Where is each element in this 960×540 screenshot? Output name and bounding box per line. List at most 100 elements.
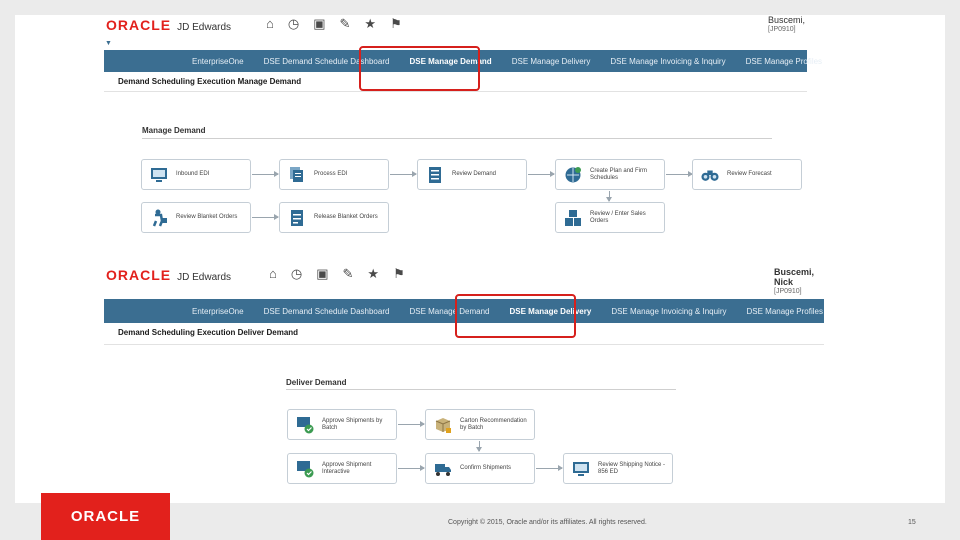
flow-arrow-down	[606, 191, 612, 202]
tab-manage-invoicing[interactable]: DSE Manage Invoicing & Inquiry	[600, 57, 735, 66]
oracle-wordmark: ORACLE	[106, 267, 172, 283]
flow-arrow	[252, 214, 279, 220]
tile-label: Approve Shipment Interactive	[322, 461, 372, 475]
flow-arrow	[666, 171, 693, 177]
favorites-icon[interactable]: ★	[364, 17, 376, 31]
flow-arrow	[536, 465, 563, 471]
tile-inbound-edi[interactable]: Inbound EDI	[141, 159, 251, 190]
tile-label: Inbound EDI	[176, 171, 210, 177]
binoculars-icon	[701, 166, 719, 184]
flow-arrow	[398, 421, 425, 427]
highlight-manage-delivery	[455, 294, 576, 338]
flag-icon[interactable]: ⚑	[390, 17, 402, 31]
tile-approve-shipment-interactive[interactable]: Approve Shipment Interactive	[287, 453, 397, 484]
clock-icon[interactable]: ◷	[288, 17, 299, 31]
tile-review-shipping-notice[interactable]: Review Shipping Notice - 856 ED	[563, 453, 673, 484]
jde-logo: ORACLE JD Edwards	[106, 17, 231, 33]
tab-manage-profiles[interactable]: DSE Manage Profiles	[736, 57, 832, 66]
footer-logo-text: ORACLE	[70, 508, 141, 525]
edit-icon[interactable]: ✎	[340, 17, 351, 31]
tile-label: Process EDI	[314, 171, 348, 177]
product-name: JD Edwards	[177, 272, 232, 283]
top-bar: ORACLE JD Edwards ⌂ ◷ ▣ ✎ ★ ⚑ Buscemi, […	[104, 15, 807, 49]
tile-confirm-shipments[interactable]: Confirm Shipments	[425, 453, 535, 484]
flow-arrow	[398, 465, 425, 471]
user-info[interactable]: Buscemi, [JP0910]	[768, 15, 805, 35]
tile-label: Approve Shipments by Batch	[322, 417, 383, 431]
tile-label: Carton Recommendation by Batch	[460, 417, 527, 431]
slide: ORACLE JD Edwards ⌂ ◷ ▣ ✎ ★ ⚑ Buscemi, […	[0, 0, 960, 540]
tile-process-edi[interactable]: Process EDI	[279, 159, 389, 190]
monitor-icon	[572, 460, 590, 478]
user-info[interactable]: Buscemi, Nick [JP0910]	[774, 267, 824, 297]
toolbar-icons: ⌂ ◷ ▣ ✎ ★ ⚑	[269, 267, 405, 281]
home-icon[interactable]: ⌂	[266, 17, 274, 31]
edit-icon[interactable]: ✎	[343, 267, 354, 281]
jde-logo: ORACLE JD Edwards	[106, 267, 231, 283]
home-icon[interactable]: ⌂	[269, 267, 277, 281]
tile-release-blanket-orders[interactable]: Release Blanket Orders	[279, 202, 389, 233]
tile-label: Confirm Shipments	[460, 465, 512, 471]
tile-create-plan[interactable]: Create Plan and Firm Schedules	[555, 159, 665, 190]
tab-enterpriseone[interactable]: EnterpriseOne	[182, 307, 254, 316]
oracle-footer-logo: ORACLE	[41, 493, 170, 540]
oracle-wordmark: ORACLE	[106, 17, 172, 33]
user-id: [JP0910]	[774, 288, 802, 295]
tile-label: Review Blanket Orders	[176, 214, 238, 220]
flow-arrow	[528, 171, 555, 177]
section-divider	[286, 389, 676, 390]
page-number: 15	[908, 519, 916, 526]
tile-label: Review / Enter Sales Orders	[590, 210, 646, 224]
chart-icon[interactable]: ▣	[313, 17, 325, 31]
copyright-text: Copyright © 2015, Oracle and/or its affi…	[448, 519, 647, 526]
tab-enterpriseone[interactable]: EnterpriseOne	[182, 57, 254, 66]
page-title: Demand Scheduling Execution Manage Deman…	[118, 77, 302, 86]
divider	[104, 91, 807, 92]
tab-manage-invoicing[interactable]: DSE Manage Invoicing & Inquiry	[601, 307, 736, 316]
flow-arrow	[252, 171, 279, 177]
top-bar: ORACLE JD Edwards ⌂ ◷ ▣ ✎ ★ ⚑ Buscemi, N…	[104, 264, 824, 295]
clock-icon[interactable]: ◷	[291, 267, 302, 281]
globe-icon	[564, 166, 582, 184]
tile-approve-shipments-batch[interactable]: Approve Shipments by Batch	[287, 409, 397, 440]
section-title: Deliver Demand	[286, 378, 347, 387]
document-icon	[288, 209, 306, 227]
boxes-icon	[564, 209, 582, 227]
chart-icon[interactable]: ▣	[316, 267, 328, 281]
tile-label: Create Plan and Firm Schedules	[590, 167, 648, 181]
toolbar-icons: ⌂ ◷ ▣ ✎ ★ ⚑	[266, 17, 402, 31]
section-divider	[142, 138, 772, 139]
highlight-manage-demand	[359, 46, 480, 91]
tab-demand-schedule-dashboard[interactable]: DSE Demand Schedule Dashboard	[254, 307, 400, 316]
tile-label: Review Forecast	[727, 171, 772, 177]
tile-label: Review Shipping Notice - 856 ED	[598, 461, 666, 475]
chevron-down-icon[interactable]: ▼	[105, 40, 112, 47]
section-title: Manage Demand	[142, 126, 206, 135]
tile-review-enter-sales-orders[interactable]: Review / Enter Sales Orders	[555, 202, 665, 233]
page-title: Demand Scheduling Execution Deliver Dema…	[118, 328, 299, 337]
tile-label: Review Demand	[452, 171, 497, 177]
tile-review-demand[interactable]: Review Demand	[417, 159, 527, 190]
user-name: Buscemi,	[768, 15, 806, 25]
user-name: Buscemi, Nick	[774, 267, 815, 287]
monitor-icon	[150, 166, 168, 184]
favorites-icon[interactable]: ★	[367, 267, 379, 281]
flag-icon[interactable]: ⚑	[393, 267, 405, 281]
documents-icon	[288, 166, 306, 184]
carton-icon	[434, 416, 452, 434]
approve-icon	[296, 416, 314, 434]
flow-arrow	[390, 171, 417, 177]
tile-review-forecast[interactable]: Review Forecast	[692, 159, 802, 190]
divider	[104, 344, 824, 345]
flow-arrow-down	[476, 441, 482, 452]
truck-icon	[434, 460, 452, 478]
tile-carton-recommendation[interactable]: Carton Recommendation by Batch	[425, 409, 535, 440]
tab-manage-delivery[interactable]: DSE Manage Delivery	[502, 57, 601, 66]
user-id: [JP0910]	[768, 26, 796, 33]
approve-icon	[296, 460, 314, 478]
tile-review-blanket-orders[interactable]: Review Blanket Orders	[141, 202, 251, 233]
tile-label: Release Blanket Orders	[314, 214, 378, 220]
worker-icon	[150, 209, 168, 227]
tab-manage-profiles[interactable]: DSE Manage Profiles	[736, 307, 832, 316]
product-name: JD Edwards	[177, 22, 232, 33]
